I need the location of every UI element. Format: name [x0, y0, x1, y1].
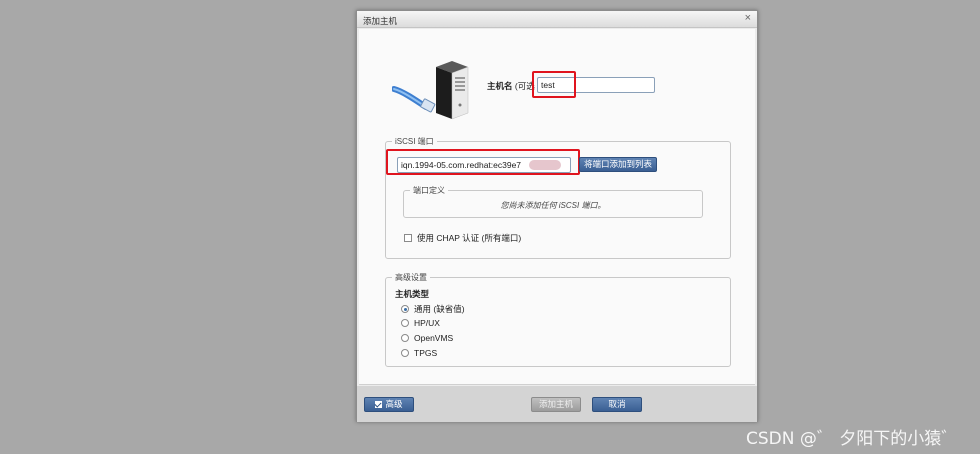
- chap-auth-row[interactable]: 使用 CHAP 认证 (所有端口): [404, 232, 521, 244]
- host-type-option-label: OpenVMS: [414, 333, 454, 343]
- chap-auth-checkbox[interactable]: [404, 234, 412, 242]
- radio-generic[interactable]: [401, 305, 409, 313]
- host-type-label: 主机类型: [395, 289, 430, 299]
- csdn-watermark: CSDN @゛ 夕阳下的小猿゛: [746, 429, 959, 449]
- host-type-option-label: TPGS: [414, 348, 438, 358]
- add-host-dialog: 添加主机 × 主机名 (可选 iSCSI 端口 将端口添: [356, 10, 758, 422]
- host-type-option-label: 通用 (缺省值): [414, 304, 465, 314]
- close-icon[interactable]: ×: [745, 12, 751, 24]
- host-type-option-tpgs[interactable]: TPGS: [401, 348, 437, 358]
- add-host-button[interactable]: 添加主机: [531, 397, 581, 412]
- radio-openvms[interactable]: [401, 334, 409, 342]
- server-with-network-cable-icon: [392, 61, 469, 120]
- cancel-button[interactable]: 取消: [592, 397, 642, 412]
- hostname-label: 主机名 (可选: [487, 80, 535, 92]
- hostname-label-text: 主机名: [487, 81, 513, 91]
- add-port-to-list-button[interactable]: 将端口添加到列表: [579, 157, 657, 172]
- radio-tpgs[interactable]: [401, 349, 409, 357]
- host-type-option-hpux[interactable]: HP/UX: [401, 318, 440, 328]
- host-type-option-label: HP/UX: [414, 318, 440, 328]
- advanced-button-label: 高级: [385, 399, 403, 409]
- advanced-toggle-button[interactable]: 高级: [364, 397, 414, 412]
- host-type-option-openvms[interactable]: OpenVMS: [401, 333, 453, 343]
- dialog-title: 添加主机: [363, 16, 398, 26]
- dialog-titlebar: 添加主机 ×: [357, 11, 757, 28]
- port-definition-legend: 端口定义: [410, 185, 448, 196]
- hostname-highlight-box: [532, 71, 576, 98]
- checked-icon: [375, 401, 383, 408]
- port-definition-group: 端口定义 您尚未添加任何 iSCSI 端口。: [403, 185, 703, 218]
- advanced-settings-legend: 高级设置: [392, 272, 430, 283]
- host-type-option-generic[interactable]: 通用 (缺省值): [401, 303, 465, 315]
- chap-auth-label: 使用 CHAP 认证 (所有端口): [417, 233, 522, 243]
- dialog-content: 主机名 (可选 iSCSI 端口 将端口添加到列表 端口定义 您尚未添加任何 i…: [359, 29, 755, 385]
- no-ports-message: 您尚未添加任何 iSCSI 端口。: [500, 201, 606, 210]
- iscsi-port-legend: iSCSI 端口: [392, 136, 437, 147]
- iqn-highlight-box: [386, 149, 580, 175]
- radio-hpux[interactable]: [401, 319, 409, 327]
